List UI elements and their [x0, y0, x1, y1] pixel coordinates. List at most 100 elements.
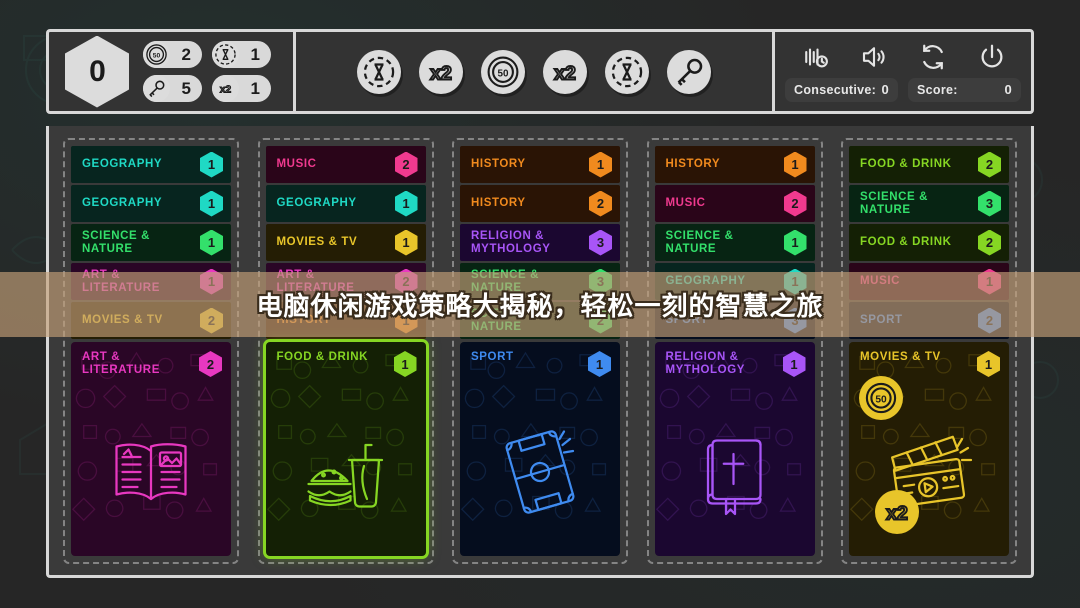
category-row-value-hex: 1: [200, 190, 223, 217]
category-row-value-hex: 3: [978, 190, 1001, 217]
card-board: GEOGRAPHY 1 GEOGRAPHY 1 SCIENCE & NATURE 1 ART…: [46, 126, 1034, 578]
card-column-4[interactable]: HISTORY1MUSIC2SCIENCE & NATURE1GEOGRAPHY…: [646, 138, 823, 564]
powerup-hourglass-token-icon-1[interactable]: [357, 49, 401, 94]
card-column-stack: MUSIC2GEOGRAPHY1MOVIES & TV1ART & LITERA…: [265, 146, 426, 556]
score-stat: Score: 0: [908, 77, 1021, 102]
svg-text:x2: x2: [886, 503, 908, 525]
bible-icon: [655, 388, 815, 556]
inventory-count-hourglass: 1: [250, 45, 260, 64]
active-card[interactable]: SPORT 1: [460, 342, 620, 556]
card-column-1[interactable]: GEOGRAPHY 1 GEOGRAPHY 1 SCIENCE & NATURE 1 ART…: [63, 138, 239, 564]
category-row-label: HISTORY: [665, 158, 721, 171]
category-row: SCIENCE & NATURE 1: [654, 224, 815, 261]
score-label: Score:: [917, 82, 958, 97]
card-column-2[interactable]: MUSIC2GEOGRAPHY1MOVIES & TV1ART & LITERA…: [257, 138, 434, 564]
category-row-label: GEOGRAPHY: [276, 197, 357, 210]
powerup-multiplier-x2-icon-2[interactable]: x2: [543, 49, 587, 94]
hourglass-token-icon: [212, 41, 239, 68]
card-column-5[interactable]: FOOD & DRINK 2 SCIENCE & NATURE 3 FOOD & DRI…: [841, 138, 1017, 564]
category-row-label: RELIGION & MYTHOLOGY: [471, 230, 551, 255]
overlay-banner: 电脑休闲游戏策略大揭秘，轻松一刻的智慧之旅: [0, 272, 1080, 337]
active-card-header: ART & LITERATURE 2: [71, 342, 231, 377]
active-card-title: SPORT: [471, 351, 514, 363]
category-row-value-hex: 1: [394, 229, 418, 256]
svg-text:x2: x2: [430, 62, 452, 84]
powerup-token-row: x2 50 x2: [296, 32, 772, 111]
svg-text:50: 50: [153, 52, 161, 59]
powerup-coin-50-icon[interactable]: 50: [481, 49, 525, 94]
category-row: SCIENCE & NATURE 1: [71, 224, 231, 261]
category-row-value-hex: 1: [783, 229, 807, 256]
inventory-pill-hourglass[interactable]: 1: [212, 41, 271, 68]
open-book-icon: [71, 388, 231, 556]
category-row-label: HISTORY: [471, 197, 526, 210]
active-card-title: FOOD & DRINK: [276, 351, 369, 363]
card-column-stack: HISTORY1MUSIC2SCIENCE & NATURE1GEOGRAPHY…: [654, 146, 815, 556]
card-column-3[interactable]: HISTORY1HISTORY2RELIGION & MYTHOLOGY3SCI…: [452, 138, 628, 564]
active-card-header: FOOD & DRINK 1: [266, 342, 426, 377]
power-icon[interactable]: [977, 42, 1007, 72]
sound-icon[interactable]: [859, 42, 889, 72]
burger-drink-icon: [266, 388, 426, 556]
active-card[interactable]: ART & LITERATURE 2: [71, 342, 231, 556]
category-row-label: HISTORY: [471, 158, 526, 171]
category-row: HISTORY 1: [460, 146, 620, 183]
category-row: MUSIC 2: [654, 185, 815, 222]
inventory-pill-x2[interactable]: x2 1: [212, 75, 271, 102]
inventory-pill-coin-50[interactable]: 50 2: [143, 41, 202, 68]
active-card-header: SPORT 1: [460, 342, 620, 377]
powerup-key-token-icon[interactable]: [667, 49, 711, 94]
active-card-header: RELIGION & MYTHOLOGY 1: [655, 342, 815, 377]
category-row-label: GEOGRAPHY: [82, 158, 163, 171]
active-card[interactable]: RELIGION & MYTHOLOGY 1: [654, 342, 815, 556]
vibration-icon[interactable]: [800, 42, 830, 72]
game-screen: 0 50 2 1 5 x2 1 x2 50 x2 Consecutive: 0 …: [0, 0, 1080, 608]
inventory-count-x2: 1: [250, 79, 260, 98]
category-row-value-hex: 3: [589, 229, 612, 256]
restart-icon[interactable]: [918, 42, 948, 72]
category-row: GEOGRAPHY 1: [71, 185, 231, 222]
inventory-pill-grid: 50 2 1 5 x2 1: [143, 41, 271, 102]
category-row-value-hex: 1: [783, 151, 807, 178]
category-row-value-hex: 2: [978, 229, 1001, 256]
consecutive-stat: Consecutive: 0: [785, 77, 898, 102]
card-coin-50-icon[interactable]: 50: [859, 376, 903, 420]
settings-icon-row: [785, 42, 1021, 72]
category-row: SCIENCE & NATURE 3: [849, 185, 1009, 222]
category-row-value-hex: 2: [589, 190, 612, 217]
svg-text:x2: x2: [554, 62, 576, 84]
category-row-label: MUSIC: [276, 158, 317, 171]
category-row-label: SCIENCE & NATURE: [665, 230, 734, 255]
inventory-count-key: 5: [181, 79, 191, 98]
active-card-value-hex: 1: [977, 351, 1000, 377]
category-row: MUSIC 2: [265, 146, 426, 183]
consecutive-label: Consecutive:: [794, 82, 877, 97]
category-row: FOOD & DRINK 2: [849, 224, 1009, 261]
multiplier-x2-icon: x2: [212, 75, 239, 102]
active-card-value-hex: 1: [588, 351, 611, 377]
category-row-value-hex: 2: [783, 190, 807, 217]
svg-text:50: 50: [875, 395, 887, 406]
card-column-container: GEOGRAPHY 1 GEOGRAPHY 1 SCIENCE & NATURE 1 ART…: [63, 138, 1017, 564]
category-row-value-hex: 1: [200, 151, 223, 178]
active-card-value-hex: 1: [393, 351, 417, 377]
category-row: RELIGION & MYTHOLOGY 3: [460, 224, 620, 261]
card-multiplier-x2-icon[interactable]: x2: [875, 490, 919, 534]
inventory-count-coin-50: 2: [181, 45, 191, 64]
stat-pill-row: Consecutive: 0 Score: 0: [785, 77, 1021, 102]
top-status-bar: 0 50 2 1 5 x2 1 x2 50 x2 Consecutive: 0 …: [46, 29, 1034, 114]
active-card-title: RELIGION & MYTHOLOGY: [665, 351, 746, 376]
card-column-stack: HISTORY1HISTORY2RELIGION & MYTHOLOGY3SCI…: [460, 146, 620, 556]
active-card[interactable]: FOOD & DRINK 1: [265, 342, 426, 556]
overlay-headline: 电脑休闲游戏策略大揭秘，轻松一刻的智慧之旅: [256, 291, 824, 321]
active-card[interactable]: MOVIES & TV 1 50 x2: [849, 342, 1009, 556]
inventory-pill-key[interactable]: 5: [143, 75, 202, 102]
key-token-icon: [143, 75, 170, 102]
active-card-title: MOVIES & TV: [860, 351, 941, 363]
category-row-value-hex: 1: [200, 229, 223, 256]
score-value: 0: [1004, 82, 1012, 97]
powerup-hourglass-token-icon-2[interactable]: [605, 49, 649, 94]
category-row-label: SCIENCE & NATURE: [82, 230, 151, 255]
category-row-value-hex: 2: [978, 151, 1001, 178]
powerup-multiplier-x2-icon-1[interactable]: x2: [419, 49, 463, 94]
